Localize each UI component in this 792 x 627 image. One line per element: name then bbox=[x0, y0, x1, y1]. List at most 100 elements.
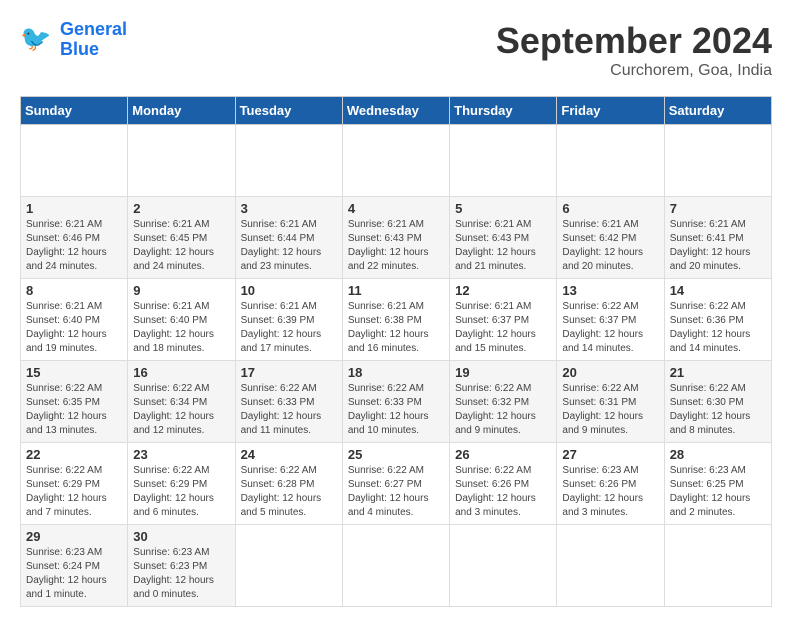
table-row bbox=[21, 125, 128, 197]
day-number: 22 bbox=[26, 447, 122, 462]
day-number: 29 bbox=[26, 529, 122, 544]
day-number: 8 bbox=[26, 283, 122, 298]
table-row: 8 Sunrise: 6:21 AMSunset: 6:40 PMDaylight… bbox=[21, 279, 128, 361]
day-number: 27 bbox=[562, 447, 658, 462]
table-row: 28 Sunrise: 6:23 AMSunset: 6:25 PMDayligh… bbox=[664, 443, 771, 525]
table-row: 23Sunrise: 6:22 AMSunset: 6:29 PMDayligh… bbox=[128, 443, 235, 525]
calendar-week-row: 29 Sunrise: 6:23 AMSunset: 6:24 PMDayligh… bbox=[21, 525, 772, 607]
table-row: 15Sunrise: 6:22 AMSunset: 6:35 PMDayligh… bbox=[21, 361, 128, 443]
table-row: 21 Sunrise: 6:22 AMSunset: 6:30 PMDayligh… bbox=[664, 361, 771, 443]
table-row: 11Sunrise: 6:21 AMSunset: 6:38 PMDayligh… bbox=[342, 279, 449, 361]
col-wednesday: Wednesday bbox=[342, 97, 449, 125]
table-row: 7Sunrise: 6:21 AMSunset: 6:41 PMDaylight… bbox=[664, 197, 771, 279]
day-number: 10 bbox=[241, 283, 337, 298]
day-number: 14 bbox=[670, 283, 766, 298]
table-row: 14 Sunrise: 6:22 AMSunset: 6:36 PMDayligh… bbox=[664, 279, 771, 361]
col-monday: Monday bbox=[128, 97, 235, 125]
day-detail: Sunrise: 6:22 AMSunset: 6:32 PMDaylight:… bbox=[455, 382, 551, 438]
table-row bbox=[342, 525, 449, 607]
calendar-week-row: 8 Sunrise: 6:21 AMSunset: 6:40 PMDaylight… bbox=[21, 279, 772, 361]
table-row: 19 Sunrise: 6:22 AMSunset: 6:32 PMDayligh… bbox=[450, 361, 557, 443]
day-detail: Sunrise: 6:22 AMSunset: 6:29 PMDaylight:… bbox=[133, 464, 229, 520]
month-title: September 2024 bbox=[496, 20, 772, 62]
table-row: 29 Sunrise: 6:23 AMSunset: 6:24 PMDayligh… bbox=[21, 525, 128, 607]
table-row: 4Sunrise: 6:21 AMSunset: 6:43 PMDaylight… bbox=[342, 197, 449, 279]
table-row: 1Sunrise: 6:21 AMSunset: 6:46 PMDaylight… bbox=[21, 197, 128, 279]
day-detail: Sunrise: 6:21 AMSunset: 6:44 PMDaylight:… bbox=[241, 218, 337, 274]
day-detail: Sunrise: 6:22 AMSunset: 6:31 PMDaylight:… bbox=[562, 382, 658, 438]
day-detail: Sunrise: 6:22 AMSunset: 6:36 PMDaylight:… bbox=[670, 300, 766, 356]
day-detail: Sunrise: 6:21 AMSunset: 6:40 PMDaylight:… bbox=[133, 300, 229, 356]
day-number: 26 bbox=[455, 447, 551, 462]
table-row: 20 Sunrise: 6:22 AMSunset: 6:31 PMDayligh… bbox=[557, 361, 664, 443]
table-row: 17Sunrise: 6:22 AMSunset: 6:33 PMDayligh… bbox=[235, 361, 342, 443]
calendar-week-row: 15Sunrise: 6:22 AMSunset: 6:35 PMDayligh… bbox=[21, 361, 772, 443]
table-row bbox=[128, 125, 235, 197]
table-row: 12 Sunrise: 6:21 AMSunset: 6:37 PMDayligh… bbox=[450, 279, 557, 361]
calendar-week-row: 22 Sunrise: 6:22 AMSunset: 6:29 PMDayligh… bbox=[21, 443, 772, 525]
day-detail: Sunrise: 6:22 AMSunset: 6:37 PMDaylight:… bbox=[562, 300, 658, 356]
day-number: 9 bbox=[133, 283, 229, 298]
location-subtitle: Curchorem, Goa, India bbox=[496, 62, 772, 80]
table-row bbox=[557, 525, 664, 607]
day-detail: Sunrise: 6:21 AMSunset: 6:46 PMDaylight:… bbox=[26, 218, 122, 274]
logo: 🐦 General Blue bbox=[20, 20, 127, 60]
col-tuesday: Tuesday bbox=[235, 97, 342, 125]
day-detail: Sunrise: 6:21 AMSunset: 6:40 PMDaylight:… bbox=[26, 300, 122, 356]
day-number: 6 bbox=[562, 201, 658, 216]
table-row: 30 Sunrise: 6:23 AMSunset: 6:23 PMDayligh… bbox=[128, 525, 235, 607]
day-number: 13 bbox=[562, 283, 658, 298]
day-detail: Sunrise: 6:22 AMSunset: 6:33 PMDaylight:… bbox=[348, 382, 444, 438]
day-number: 16 bbox=[133, 365, 229, 380]
table-row bbox=[557, 125, 664, 197]
day-number: 19 bbox=[455, 365, 551, 380]
day-number: 12 bbox=[455, 283, 551, 298]
table-row: 27Sunrise: 6:23 AMSunset: 6:26 PMDayligh… bbox=[557, 443, 664, 525]
calendar-week-row: 1Sunrise: 6:21 AMSunset: 6:46 PMDaylight… bbox=[21, 197, 772, 279]
day-detail: Sunrise: 6:22 AMSunset: 6:27 PMDaylight:… bbox=[348, 464, 444, 520]
title-area: September 2024 Curchorem, Goa, India bbox=[496, 20, 772, 80]
day-detail: Sunrise: 6:21 AMSunset: 6:42 PMDaylight:… bbox=[562, 218, 658, 274]
day-number: 4 bbox=[348, 201, 444, 216]
day-detail: Sunrise: 6:23 AMSunset: 6:23 PMDaylight:… bbox=[133, 546, 229, 602]
calendar-header-row: Sunday Monday Tuesday Wednesday Thursday… bbox=[21, 97, 772, 125]
day-number: 18 bbox=[348, 365, 444, 380]
table-row: 16 Sunrise: 6:22 AMSunset: 6:34 PMDayligh… bbox=[128, 361, 235, 443]
table-row bbox=[342, 125, 449, 197]
table-row: 9 Sunrise: 6:21 AMSunset: 6:40 PMDaylight… bbox=[128, 279, 235, 361]
day-detail: Sunrise: 6:21 AMSunset: 6:41 PMDaylight:… bbox=[670, 218, 766, 274]
table-row bbox=[450, 125, 557, 197]
col-saturday: Saturday bbox=[664, 97, 771, 125]
table-row: 5 Sunrise: 6:21 AMSunset: 6:43 PMDaylight… bbox=[450, 197, 557, 279]
day-number: 25 bbox=[348, 447, 444, 462]
day-detail: Sunrise: 6:21 AMSunset: 6:45 PMDaylight:… bbox=[133, 218, 229, 274]
day-number: 5 bbox=[455, 201, 551, 216]
day-number: 17 bbox=[241, 365, 337, 380]
day-detail: Sunrise: 6:23 AMSunset: 6:24 PMDaylight:… bbox=[26, 546, 122, 602]
page-header: 🐦 General Blue September 2024 Curchorem,… bbox=[20, 20, 772, 80]
day-detail: Sunrise: 6:21 AMSunset: 6:39 PMDaylight:… bbox=[241, 300, 337, 356]
day-detail: Sunrise: 6:21 AMSunset: 6:38 PMDaylight:… bbox=[348, 300, 444, 356]
calendar-week-row bbox=[21, 125, 772, 197]
day-detail: Sunrise: 6:22 AMSunset: 6:30 PMDaylight:… bbox=[670, 382, 766, 438]
day-detail: Sunrise: 6:21 AMSunset: 6:43 PMDaylight:… bbox=[455, 218, 551, 274]
table-row bbox=[235, 125, 342, 197]
table-row: 25 Sunrise: 6:22 AMSunset: 6:27 PMDayligh… bbox=[342, 443, 449, 525]
day-number: 28 bbox=[670, 447, 766, 462]
day-number: 21 bbox=[670, 365, 766, 380]
day-number: 3 bbox=[241, 201, 337, 216]
col-sunday: Sunday bbox=[21, 97, 128, 125]
table-row bbox=[450, 525, 557, 607]
day-detail: Sunrise: 6:22 AMSunset: 6:34 PMDaylight:… bbox=[133, 382, 229, 438]
logo-text: General Blue bbox=[60, 20, 127, 60]
table-row: 26 Sunrise: 6:22 AMSunset: 6:26 PMDayligh… bbox=[450, 443, 557, 525]
table-row: 6 Sunrise: 6:21 AMSunset: 6:42 PMDaylight… bbox=[557, 197, 664, 279]
day-detail: Sunrise: 6:22 AMSunset: 6:35 PMDaylight:… bbox=[26, 382, 122, 438]
day-detail: Sunrise: 6:23 AMSunset: 6:25 PMDaylight:… bbox=[670, 464, 766, 520]
table-row bbox=[664, 125, 771, 197]
day-number: 30 bbox=[133, 529, 229, 544]
day-detail: Sunrise: 6:21 AMSunset: 6:37 PMDaylight:… bbox=[455, 300, 551, 356]
day-detail: Sunrise: 6:22 AMSunset: 6:26 PMDaylight:… bbox=[455, 464, 551, 520]
table-row: 10 Sunrise: 6:21 AMSunset: 6:39 PMDayligh… bbox=[235, 279, 342, 361]
day-number: 20 bbox=[562, 365, 658, 380]
